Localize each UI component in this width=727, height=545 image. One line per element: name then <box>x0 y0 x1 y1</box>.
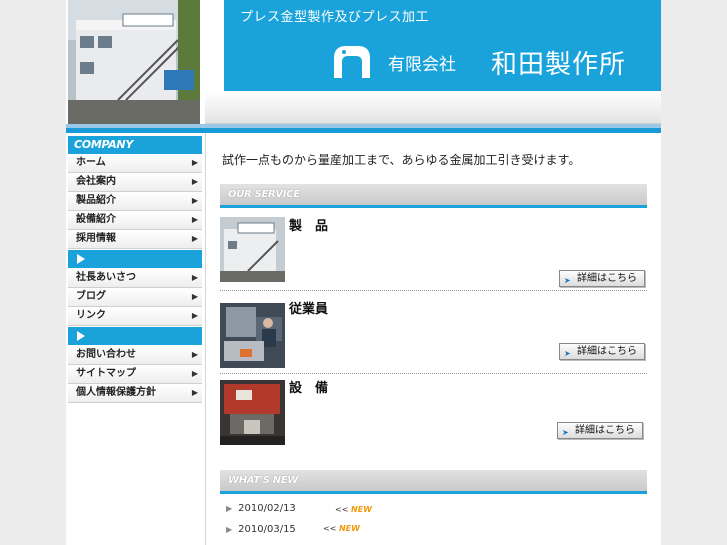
header-divider <box>66 124 661 133</box>
left-margin <box>0 0 66 545</box>
chevron-right-icon: ▶ <box>191 350 198 359</box>
chevron-right-icon: ▶ <box>191 158 198 167</box>
service-equipment: 設 備 ➤ 詳細はこちら <box>220 376 647 452</box>
details-button-label: 詳細はこちら <box>577 346 637 357</box>
company-name: 和田製作所 <box>491 50 627 80</box>
page-frame: プレス金型製作及びプレス加工 有限会社 和田製作所 COMPANY ホーム ▶ 会… <box>0 0 727 545</box>
sidebar-item-links[interactable]: リンク ▶ <box>68 307 202 326</box>
news-item[interactable]: ▶ 2010/03/15 <box>226 524 296 535</box>
sidebar-item-label: 個人情報保護方針 <box>76 387 156 398</box>
service-heading-bar: OUR SERVICE <box>220 184 647 208</box>
service-title: 製 品 <box>289 219 329 234</box>
products-photo <box>220 217 285 282</box>
sidebar-item-company-info[interactable]: 会社案内 ▶ <box>68 173 202 192</box>
sidebar-item-label: 採用情報 <box>76 233 116 244</box>
chevron-right-icon: ▶ <box>191 196 198 205</box>
sidebar-item-label: 社長あいさつ <box>76 272 136 283</box>
sidebar-company-label: COMPANY <box>68 136 202 154</box>
company-logo-icon <box>334 46 370 78</box>
equipment-photo <box>220 380 285 445</box>
news-new-badge: << NEW <box>323 524 360 533</box>
news-heading-bar: WHAT'S NEW <box>220 470 647 494</box>
arrow-right-icon: ➤ <box>564 349 571 358</box>
sidebar-group-header <box>68 250 202 268</box>
news-date: 2010/03/15 <box>238 524 296 535</box>
chevron-right-icon: ▶ <box>191 273 198 282</box>
chevron-right-icon: ▶ <box>191 234 198 243</box>
new-badge: NEW <box>338 524 360 533</box>
sidebar-item-sitemap[interactable]: サイトマップ ▶ <box>68 365 202 384</box>
triangle-right-icon <box>77 254 85 264</box>
service-heading: OUR SERVICE <box>228 189 300 200</box>
chevron-right-icon: ▶ <box>191 369 198 378</box>
sidebar-item-greeting[interactable]: 社長あいさつ ▶ <box>68 269 202 288</box>
intro-text: 試作一点ものから量産加工まで、あらゆる金属加工引き受けます。 <box>222 153 581 167</box>
sidebar-item-label: 製品紹介 <box>76 195 116 206</box>
sidebar-item-label: リンク <box>76 310 106 321</box>
details-button-employees[interactable]: ➤ 詳細はこちら <box>559 343 645 360</box>
arrow-right-icon: ➤ <box>564 276 571 285</box>
chevron-right-icon: ▶ <box>191 215 198 224</box>
sidebar-item-label: 設備紹介 <box>76 214 116 225</box>
chevron-right-icon: ▶ <box>191 292 198 301</box>
service-title: 従業員 <box>289 302 329 317</box>
chevron-right-icon: ▶ <box>191 311 198 320</box>
news-new-badge: << NEW <box>335 505 372 514</box>
triangle-right-icon: ▶ <box>226 504 233 513</box>
company-prefix: 有限会社 <box>388 55 456 75</box>
arrow-right-icon: ➤ <box>562 428 569 437</box>
sidebar-item-label: ブログ <box>76 291 106 302</box>
sidebar-item-home[interactable]: ホーム ▶ <box>68 154 202 173</box>
sidebar-item-label: ホーム <box>76 157 106 168</box>
factory-photo <box>68 0 200 124</box>
news-mark: << <box>323 524 337 533</box>
tagline: プレス金型製作及びプレス加工 <box>240 10 430 25</box>
sidebar-nav: COMPANY ホーム ▶ 会社案内 ▶ 製品紹介 ▶ 設備紹介 ▶ 採用情報 ▶ 社長あ… <box>68 136 202 403</box>
employees-photo <box>220 303 285 368</box>
details-button-products[interactable]: ➤ 詳細はこちら <box>559 270 645 287</box>
sidebar-item-label: お問い合わせ <box>76 349 136 360</box>
news-date: 2010/02/13 <box>238 503 296 514</box>
chevron-right-icon: ▶ <box>191 388 198 397</box>
news-heading: WHAT'S NEW <box>228 475 298 486</box>
sidebar-item-label: サイトマップ <box>76 368 136 379</box>
sidebar-item-recruit[interactable]: 採用情報 ▶ <box>68 230 202 249</box>
news-item[interactable]: ▶ 2010/02/13 <box>226 503 296 514</box>
details-button-label: 詳細はこちら <box>575 425 635 436</box>
details-button-equipment[interactable]: ➤ 詳細はこちら <box>557 422 643 439</box>
sidebar-item-blog[interactable]: ブログ ▶ <box>68 288 202 307</box>
right-margin <box>661 0 727 545</box>
header-banner: プレス金型製作及びプレス加工 有限会社 和田製作所 <box>224 0 661 91</box>
sidebar-item-label: 会社案内 <box>76 176 116 187</box>
sidebar-group-header <box>68 327 202 345</box>
triangle-right-icon: ▶ <box>226 525 233 534</box>
service-title: 設 備 <box>289 381 329 396</box>
header-subbar <box>205 91 661 124</box>
sidebar-item-equipment[interactable]: 設備紹介 ▶ <box>68 211 202 230</box>
news-mark: << <box>335 505 349 514</box>
details-button-label: 詳細はこちら <box>577 273 637 284</box>
sidebar-item-contact[interactable]: お問い合わせ ▶ <box>68 346 202 365</box>
new-badge: NEW <box>350 505 372 514</box>
chevron-right-icon: ▶ <box>191 177 198 186</box>
content-divider <box>205 133 206 545</box>
sidebar-item-privacy[interactable]: 個人情報保護方針 ▶ <box>68 384 202 403</box>
service-products: 製 品 ➤ 詳細はこちら <box>220 214 647 291</box>
triangle-right-icon <box>77 331 85 341</box>
service-employees: 従業員 ➤ 詳細はこちら <box>220 297 647 374</box>
sidebar-item-products[interactable]: 製品紹介 ▶ <box>68 192 202 211</box>
